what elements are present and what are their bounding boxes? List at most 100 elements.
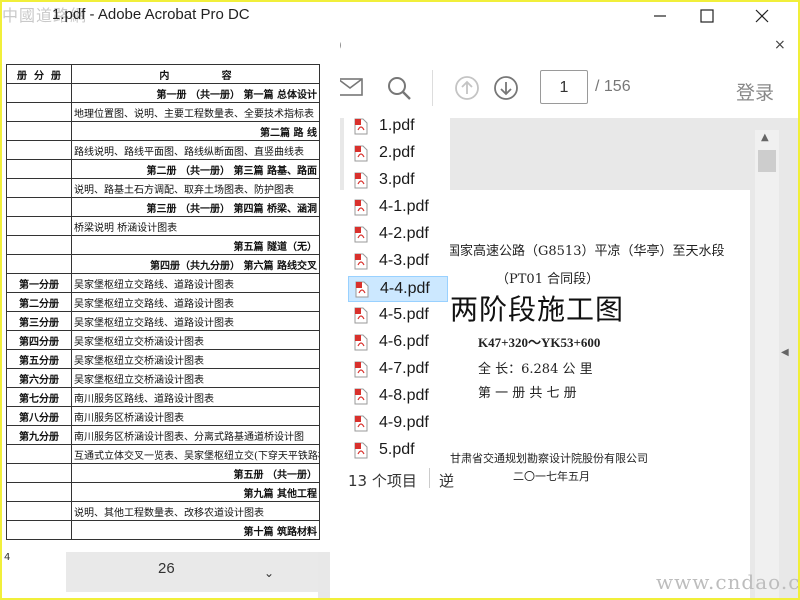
- maximize-icon[interactable]: [697, 6, 717, 26]
- toolbar-divider: [432, 70, 433, 106]
- header-cell: 册: [17, 70, 28, 82]
- row-content-cell: 第三册 （共一册） 第四篇 桥梁、涵洞: [71, 197, 320, 217]
- file-item[interactable]: 1.pdf: [348, 114, 448, 140]
- row-content-cell: 第五册 （共一册）: [71, 463, 320, 483]
- table-row: 第十篇 筑路材料: [6, 520, 320, 540]
- file-item[interactable]: 4-8.pdf: [348, 384, 448, 410]
- table-row: 路线说明、路线平面图、路线纵断面图、直竖曲线表: [6, 140, 320, 160]
- table-row: 说明、其他工程数量表、改移农道设计图表: [6, 501, 320, 521]
- file-list: 1.pdf 2.pdf 3.pdf 4-1.pdf 4-2.pdf 4-3.pdf 4-4.…: [344, 110, 450, 466]
- pdf-file-icon: [354, 388, 368, 405]
- doc-org-line: 甘肃省交通规划勘察设计院股份有限公司: [450, 452, 648, 465]
- left-page-label: 4: [4, 552, 11, 563]
- row-content-cell: 第二篇 路 线: [71, 121, 320, 141]
- row-content-cell: 第二册 （共一册） 第三篇 路基、路面: [71, 159, 320, 179]
- header-cell: 容: [221, 70, 232, 82]
- table-row: 第七分册 南川服务区路线、道路设计图表: [6, 387, 320, 407]
- search-icon[interactable]: [386, 75, 412, 101]
- row-volume-cell: 第九分册: [6, 425, 72, 445]
- minimize-icon[interactable]: [650, 6, 670, 26]
- row-content-cell: 南川服务区路线、道路设计图表: [71, 387, 320, 407]
- table-row: 第三分册 吴家堡枢纽立交路线、道路设计图表: [6, 311, 320, 331]
- doc-road-line: 国家高速公路（G8513）平凉（华亭）至天水段: [447, 244, 725, 259]
- row-volume-cell: [6, 501, 72, 521]
- panel-expand-icon[interactable]: ◀: [781, 347, 789, 358]
- file-name: 5.pdf: [379, 441, 415, 458]
- page-selector[interactable]: [66, 552, 318, 592]
- file-item[interactable]: 2.pdf: [348, 141, 448, 167]
- pdf-file-icon: [354, 415, 368, 432]
- file-item[interactable]: 5.pdf: [348, 438, 448, 464]
- row-content-cell: 第十篇 筑路材料: [71, 520, 320, 540]
- chevron-down-icon[interactable]: ⌄: [264, 566, 274, 580]
- file-item[interactable]: 4-6.pdf: [348, 330, 448, 356]
- close-icon[interactable]: [752, 6, 772, 26]
- page-number-input[interactable]: 1: [540, 70, 588, 104]
- file-name: 4-3.pdf: [379, 252, 429, 269]
- row-content-cell: 南川服务区桥涵设计图表、分离式路基通道桥设计图: [71, 425, 320, 445]
- window-title-bar: 中國道路網 1.pdf - Adobe Acrobat Pro DC: [0, 0, 800, 32]
- table-row: 第五篇 隧道（无）: [6, 235, 320, 255]
- pdf-file-icon: [354, 334, 368, 351]
- row-volume-cell: 第五分册: [6, 349, 72, 369]
- table-row: 第二分册 吴家堡枢纽立交路线、道路设计图表: [6, 292, 320, 312]
- scrollbar-thumb[interactable]: [758, 150, 776, 172]
- table-row: 桥梁说明 桥涵设计图表: [6, 216, 320, 236]
- tab-close-button[interactable]: ×: [774, 37, 786, 53]
- row-volume-cell: [6, 102, 72, 122]
- header-cell: 内: [159, 70, 170, 82]
- file-name: 4-7.pdf: [379, 360, 429, 377]
- row-volume-cell: [6, 463, 72, 483]
- file-item[interactable]: 4-5.pdf: [348, 303, 448, 329]
- file-name: 4-4.pdf: [380, 280, 430, 297]
- row-content-cell: 吴家堡枢纽立交桥涵设计图表: [71, 368, 320, 388]
- header-cell: 册: [50, 70, 61, 82]
- row-volume-cell: 第一分册: [6, 273, 72, 293]
- mail-icon[interactable]: [336, 76, 364, 98]
- table-row: 地理位置图、说明、主要工程数量表、全要技术指标表: [6, 102, 320, 122]
- file-name: 2.pdf: [379, 144, 415, 161]
- doc-volume-line: 第 一 册 共 七 册: [478, 386, 577, 401]
- row-volume-cell: [6, 83, 72, 103]
- file-item[interactable]: 3.pdf: [348, 168, 448, 194]
- table-of-contents-panel: 册 分 册 内 容 第一册 （共一册） 第一篇 总体设计 地理位置图、说明、主要工…: [0, 32, 340, 552]
- table-row: 第四册（共九分册） 第六篇 路线交叉: [6, 254, 320, 274]
- row-volume-cell: [6, 254, 72, 274]
- file-name: 4-8.pdf: [379, 387, 429, 404]
- row-volume-cell: 第三分册: [6, 311, 72, 331]
- file-item[interactable]: 4-3.pdf: [348, 249, 448, 275]
- pdf-file-icon: [354, 226, 368, 243]
- row-volume-cell: [6, 178, 72, 198]
- scroll-up-icon[interactable]: ▲: [761, 132, 769, 143]
- table-row: 第一册 （共一册） 第一篇 总体设计: [6, 83, 320, 103]
- vertical-scrollbar[interactable]: ▲: [755, 130, 779, 600]
- file-name: 3.pdf: [379, 171, 415, 188]
- row-volume-cell: [6, 444, 72, 464]
- file-item[interactable]: 4-4.pdf: [348, 276, 448, 302]
- row-content-cell: 地理位置图、说明、主要工程数量表、全要技术指标表: [71, 102, 320, 122]
- file-item[interactable]: 4-1.pdf: [348, 195, 448, 221]
- table-row: 第一分册 吴家堡枢纽立交路线、道路设计图表: [6, 273, 320, 293]
- table-row: 第二篇 路 线: [6, 121, 320, 141]
- contents-table: 册 分 册 内 容 第一册 （共一册） 第一篇 总体设计 地理位置图、说明、主要工…: [6, 64, 320, 540]
- doc-title: 两阶段施工图: [450, 293, 625, 326]
- file-item[interactable]: 4-7.pdf: [348, 357, 448, 383]
- row-volume-cell: 第六分册: [6, 368, 72, 388]
- page-down-icon[interactable]: [493, 75, 519, 101]
- window-title: 1.pdf - Adobe Acrobat Pro DC: [52, 6, 250, 23]
- file-name: 4-6.pdf: [379, 333, 429, 350]
- file-name: 1.pdf: [379, 117, 415, 134]
- file-item[interactable]: 4-9.pdf: [348, 411, 448, 437]
- page-selector-value: 26: [158, 560, 175, 577]
- table-row: 第六分册 吴家堡枢纽立交桥涵设计图表: [6, 368, 320, 388]
- row-content-cell: 吴家堡枢纽立交桥涵设计图表: [71, 330, 320, 350]
- login-button[interactable]: 登录: [736, 78, 774, 105]
- row-volume-cell: [6, 121, 72, 141]
- page-up-icon[interactable]: [454, 75, 480, 101]
- table-row: 第四分册 吴家堡枢纽立交桥涵设计图表: [6, 330, 320, 350]
- file-name: 4-9.pdf: [379, 414, 429, 431]
- file-item[interactable]: 4-2.pdf: [348, 222, 448, 248]
- row-content-cell: 说明、其他工程数量表、改移农道设计图表: [71, 501, 320, 521]
- row-volume-cell: 第八分册: [6, 406, 72, 426]
- row-content-cell: 说明、路基土石方调配、取弃土场图表、防护图表: [71, 178, 320, 198]
